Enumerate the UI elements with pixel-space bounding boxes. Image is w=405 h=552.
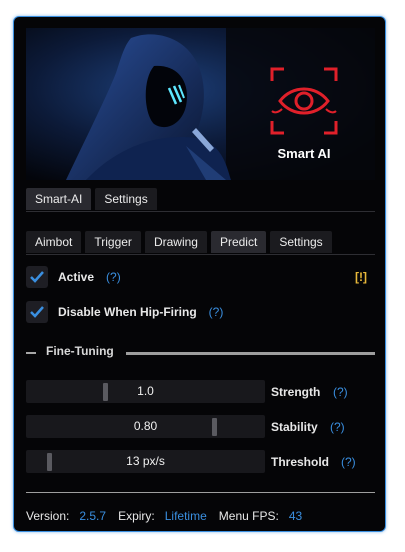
tab-settings-sub[interactable]: Settings — [270, 231, 332, 253]
tab-smart-ai[interactable]: Smart-AI — [26, 188, 92, 210]
threshold-label: Threshold — [271, 455, 330, 469]
section-line — [126, 352, 375, 355]
stability-value: 0.80 — [133, 419, 158, 433]
hip-fire-checkbox[interactable] — [26, 301, 48, 323]
threshold-value: 13 px/s — [126, 454, 165, 468]
expiry-label: Expiry: — [118, 509, 155, 523]
stability-help[interactable]: (?) — [330, 420, 345, 434]
top-tabs: Smart-AI Settings — [26, 188, 161, 210]
logo-text: Smart AI — [277, 146, 331, 161]
fps-label: Menu FPS: — [218, 509, 279, 523]
tab-settings-top[interactable]: Settings — [95, 188, 157, 210]
threshold-slider[interactable]: 13 px/s — [26, 450, 265, 473]
checkmark-icon — [30, 271, 44, 283]
active-label: Active — [58, 270, 95, 284]
sub-tabs-underline — [26, 254, 375, 255]
cheat-menu-window: Smart AI Smart-AI Settings Aimbot Trigge… — [13, 16, 386, 532]
strength-help[interactable]: (?) — [333, 385, 348, 399]
version-label: Version: — [26, 509, 70, 523]
tab-drawing[interactable]: Drawing — [144, 231, 207, 253]
hip-fire-label: Disable When Hip-Firing — [58, 305, 197, 319]
active-option: Active (?) — [26, 265, 121, 289]
smart-ai-logo-icon — [268, 65, 340, 137]
active-checkbox[interactable] — [26, 266, 48, 288]
section-title: Fine-Tuning — [46, 344, 114, 358]
active-help[interactable]: (?) — [106, 270, 121, 284]
expiry-value: Lifetime — [164, 509, 207, 523]
section-dash — [26, 352, 36, 354]
strength-label: Strength — [271, 385, 321, 399]
version-value: 2.5.7 — [79, 509, 107, 523]
banner: Smart AI — [26, 28, 375, 180]
tab-trigger[interactable]: Trigger — [85, 231, 141, 253]
fine-tuning-section: Fine-Tuning — [26, 344, 375, 362]
threshold-help[interactable]: (?) — [341, 455, 356, 469]
status-footer: Version: 2.5.7 Expiry: Lifetime Menu FPS… — [26, 509, 314, 523]
footer-divider — [26, 492, 375, 493]
warning-indicator[interactable]: [!] — [355, 270, 367, 284]
tab-predict[interactable]: Predict — [210, 231, 267, 253]
stability-label: Stability — [271, 420, 318, 434]
top-tabs-underline — [26, 211, 375, 212]
stability-slider[interactable]: 0.80 — [26, 415, 265, 438]
sub-tabs: Aimbot Trigger Drawing Predict Settings — [26, 231, 336, 253]
hip-fire-help[interactable]: (?) — [209, 305, 224, 319]
tab-aimbot[interactable]: Aimbot — [26, 231, 82, 253]
hip-fire-option: Disable When Hip-Firing (?) — [26, 300, 223, 324]
checkmark-icon — [30, 306, 44, 318]
strength-value: 1.0 — [137, 384, 154, 398]
strength-slider[interactable]: 1.0 — [26, 380, 265, 403]
fps-value: 43 — [288, 509, 303, 523]
